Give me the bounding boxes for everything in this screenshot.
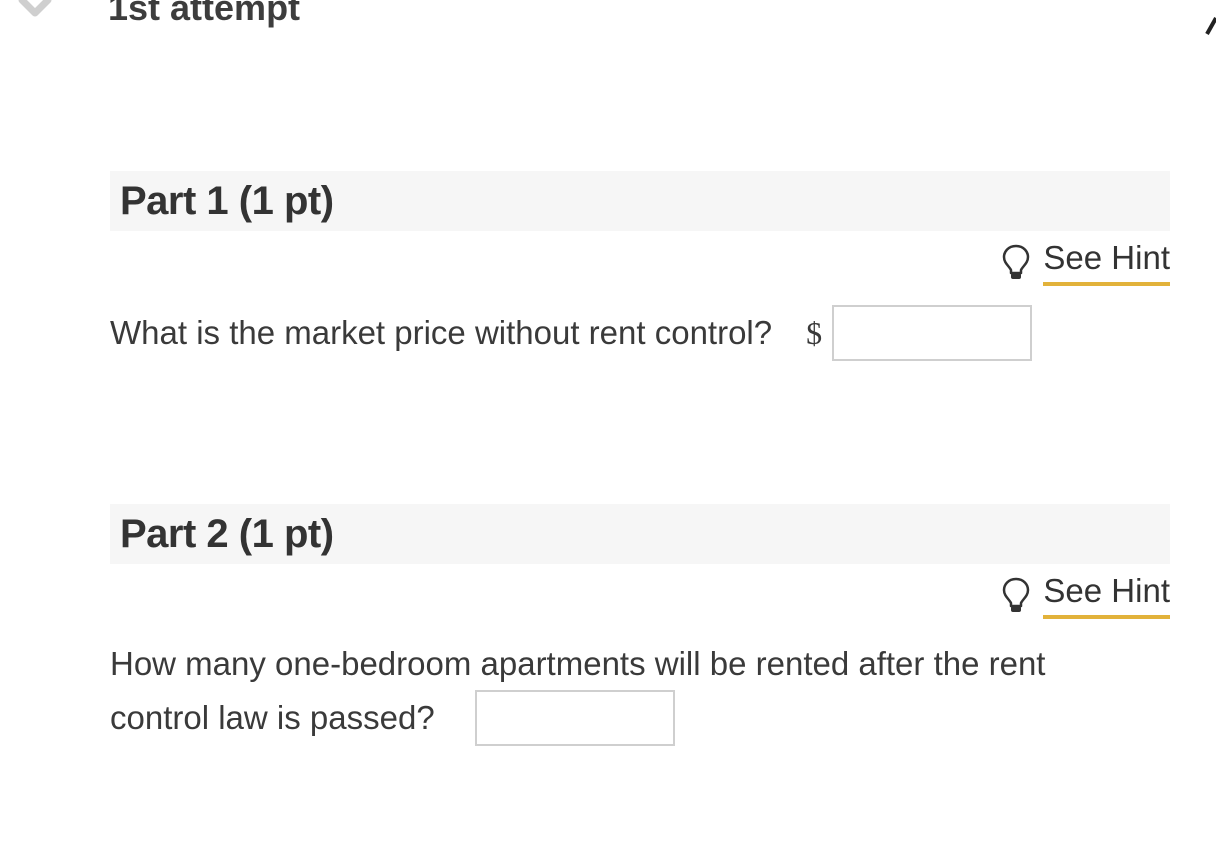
part-2-question-line-2-row: control law is passed? — [110, 690, 1150, 746]
part-1-title: Part 1 (1 pt) — [120, 178, 334, 223]
part-1-header: Part 1 (1 pt) — [110, 171, 1170, 231]
question-page: 1st attempt Part 1 (1 pt) See Hint What … — [0, 0, 1216, 856]
chevron-down-icon[interactable] — [18, 0, 52, 18]
part-1: Part 1 (1 pt) See Hint What is the marke… — [110, 171, 1170, 361]
lightbulb-icon — [1003, 244, 1030, 279]
part-1-hint-label: See Hint — [1043, 238, 1170, 286]
part-1-hint-row: See Hint — [110, 231, 1170, 287]
lightbulb-icon — [1003, 577, 1030, 612]
part-1-see-hint-button[interactable]: See Hint — [1001, 238, 1170, 286]
part-1-question: What is the market price without rent co… — [110, 305, 1170, 361]
part-1-question-text: What is the market price without rent co… — [110, 314, 773, 351]
part-2-question-line-1: How many one-bedroom apartments will be … — [110, 645, 1046, 682]
part-2-hint-row: See Hint — [110, 564, 1170, 620]
part-2-hint-label: See Hint — [1043, 571, 1170, 619]
part-2-title: Part 2 (1 pt) — [120, 511, 334, 556]
edge-arrow-icon — [1205, 17, 1216, 35]
part-1-answer-input[interactable] — [832, 305, 1033, 361]
part-2: Part 2 (1 pt) See Hint How many one-bedr… — [110, 504, 1170, 746]
part-2-header: Part 2 (1 pt) — [110, 504, 1170, 564]
attempt-title: 1st attempt — [108, 0, 301, 28]
part-2-question: How many one-bedroom apartments will be … — [110, 638, 1150, 746]
currency-symbol: $ — [806, 315, 823, 351]
part-2-question-line-2: control law is passed? — [110, 699, 435, 736]
part-2-answer-input[interactable] — [474, 690, 675, 746]
part-2-see-hint-button[interactable]: See Hint — [1001, 571, 1170, 619]
